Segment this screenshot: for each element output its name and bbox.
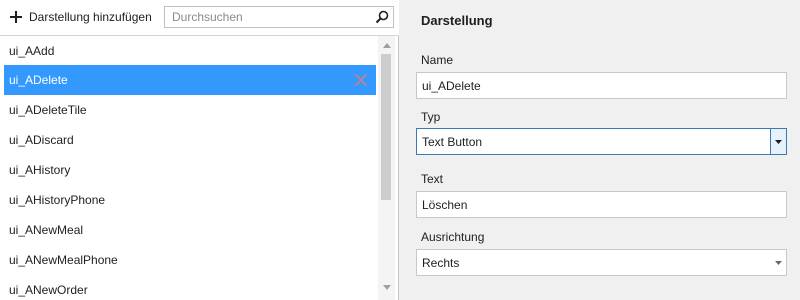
chevron-down-icon (775, 139, 782, 144)
name-label: Name (421, 53, 454, 67)
text-value: Löschen (422, 197, 468, 212)
name-field[interactable]: ui_ADelete (416, 72, 787, 99)
search-icon[interactable] (375, 10, 389, 24)
list-item-label: ui_ADiscard (9, 133, 74, 147)
properties-pane: Darstellung Name ui_ADelete Typ Text But… (400, 0, 800, 300)
name-value: ui_ADelete (422, 78, 481, 93)
list-item-selected[interactable]: ui_ADelete (4, 65, 376, 95)
type-select[interactable]: Text Button (416, 128, 787, 155)
properties-title: Darstellung (421, 13, 493, 28)
list-item[interactable]: ui_ANewMealPhone (4, 245, 376, 275)
list-item[interactable]: ui_AAdd (4, 36, 376, 66)
text-field[interactable]: Löschen (416, 191, 787, 218)
list-toolbar: Darstellung hinzufügen (0, 0, 399, 36)
text-label: Text (421, 172, 444, 186)
type-value: Text Button (422, 134, 483, 149)
list-item-label: ui_ANewOrder (9, 283, 88, 297)
add-appearance-button[interactable]: Darstellung hinzufügen (6, 6, 156, 28)
chevron-down-icon (774, 260, 782, 265)
list-item-label: ui_ANewMeal (9, 223, 84, 237)
list-item[interactable]: ui_ADeleteTile (4, 95, 376, 125)
type-label: Typ (421, 110, 441, 124)
list-item-label: ui_ADelete (9, 73, 68, 87)
appearance-list-pane: Darstellung hinzufügen ui_AAdd ui_ADelet… (0, 0, 399, 300)
list-scrollbar[interactable] (378, 36, 395, 300)
alignment-dropdown-button[interactable] (770, 250, 786, 275)
scroll-up-button[interactable] (378, 38, 395, 52)
list-item[interactable]: ui_ANewOrder (4, 275, 376, 300)
chevron-down-icon (382, 284, 391, 290)
list-item[interactable]: ui_ANewMeal (4, 215, 376, 245)
add-appearance-label: Darstellung hinzufügen (29, 10, 152, 24)
list-item-label: ui_ANewMealPhone (9, 253, 118, 267)
chevron-up-icon (382, 42, 391, 48)
list-item[interactable]: ui_AHistory (4, 155, 376, 185)
alignment-value: Rechts (422, 255, 460, 270)
delete-icon[interactable] (354, 73, 368, 87)
search-input[interactable] (165, 7, 365, 27)
list-item-label: ui_ADeleteTile (9, 103, 87, 117)
list-item-label: ui_AHistoryPhone (9, 193, 106, 207)
scroll-down-button[interactable] (378, 280, 395, 294)
list-item[interactable]: ui_AHistoryPhone (4, 185, 376, 215)
appearance-list: ui_AAdd ui_ADelete ui_ADeleteTile ui_ADi… (0, 36, 378, 300)
alignment-select[interactable]: Rechts (416, 249, 787, 276)
search-box (164, 6, 394, 28)
plus-icon (10, 11, 22, 23)
alignment-label: Ausrichtung (421, 230, 485, 244)
type-dropdown-button[interactable] (770, 129, 786, 154)
scroll-thumb[interactable] (381, 54, 391, 200)
list-item-label: ui_AAdd (9, 44, 55, 58)
list-item-label: ui_AHistory (9, 163, 71, 177)
list-item[interactable]: ui_ADiscard (4, 125, 376, 155)
